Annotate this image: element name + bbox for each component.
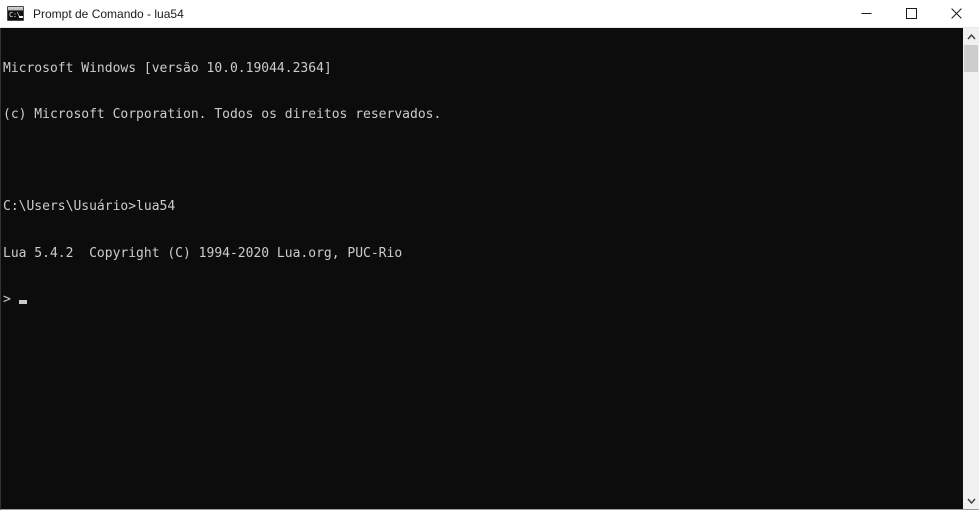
vertical-scrollbar[interactable]	[962, 28, 979, 509]
console-output[interactable]: Microsoft Windows [versão 10.0.19044.236…	[1, 28, 962, 509]
cmd-console-icon: C:\	[7, 6, 24, 21]
maximize-icon	[906, 8, 917, 19]
scroll-down-button[interactable]	[963, 492, 979, 509]
chevron-up-icon	[966, 33, 976, 39]
scrollbar-thumb[interactable]	[964, 45, 978, 72]
cmd-icon-cursor	[19, 16, 23, 18]
titlebar-left: C:\ Prompt de Comando - lua54	[0, 6, 844, 21]
text-cursor	[18, 299, 27, 304]
console-body[interactable]: Microsoft Windows [versão 10.0.19044.236…	[0, 28, 979, 510]
console-line: (c) Microsoft Corporation. Todos os dire…	[3, 107, 442, 123]
console-line-command: C:\Users\Usuário>lua54	[3, 199, 176, 215]
scrollbar-track[interactable]	[963, 45, 979, 492]
chevron-down-icon	[966, 498, 976, 504]
minimize-icon	[861, 13, 872, 14]
prompt-symbol: >	[3, 291, 19, 307]
console-line: Microsoft Windows [versão 10.0.19044.236…	[3, 60, 332, 76]
window-title: Prompt de Comando - lua54	[33, 6, 184, 21]
minimize-button[interactable]	[844, 0, 889, 28]
scroll-up-button[interactable]	[963, 28, 979, 45]
console-line: Lua 5.4.2 Copyright (C) 1994-2020 Lua.or…	[3, 245, 403, 261]
console-prompt-line: >	[3, 292, 962, 307]
close-button[interactable]	[934, 0, 979, 28]
close-icon	[951, 8, 962, 19]
window-titlebar[interactable]: C:\ Prompt de Comando - lua54	[0, 0, 979, 28]
window-controls	[844, 0, 979, 28]
command-prompt-window: C:\ Prompt de Comando - lua54 Microsoft …	[0, 0, 979, 510]
maximize-button[interactable]	[889, 0, 934, 28]
